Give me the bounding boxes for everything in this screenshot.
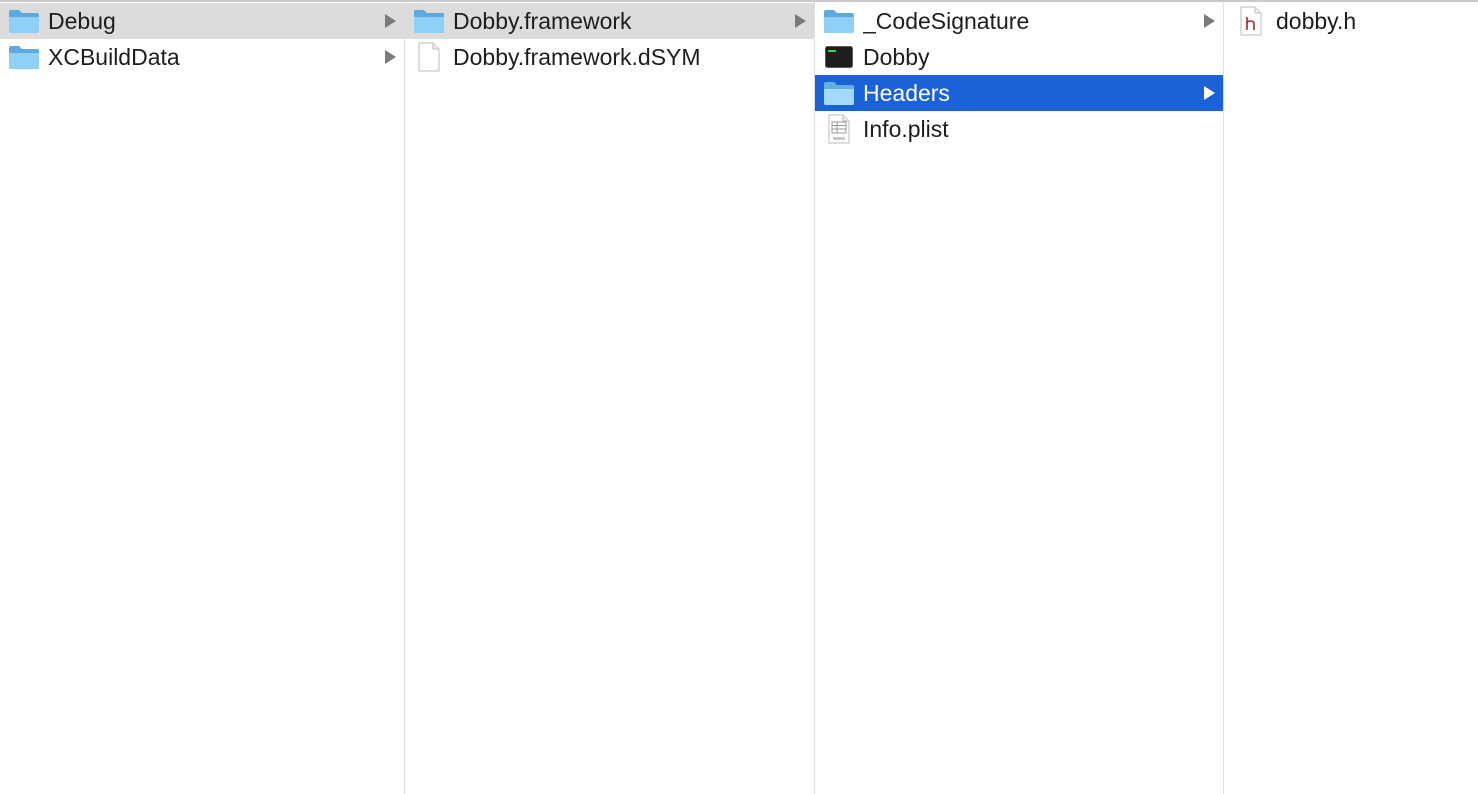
- row-info-plist[interactable]: Info.plist: [815, 111, 1223, 147]
- document-icon: [413, 42, 445, 72]
- item-label: Dobby.framework.dSYM: [453, 43, 701, 70]
- item-label: XCBuildData: [48, 43, 180, 70]
- item-label: Dobby: [863, 43, 930, 70]
- item-label: Dobby.framework: [453, 7, 632, 34]
- column-4[interactable]: dobby.h: [1224, 2, 1478, 794]
- chevron-right-icon: [1204, 86, 1215, 100]
- folder-icon: [413, 8, 445, 34]
- chevron-right-icon: [385, 14, 396, 28]
- chevron-right-icon: [385, 50, 396, 64]
- row-dobby-framework[interactable]: Dobby.framework: [405, 3, 814, 39]
- row-dobby-framework-dsym[interactable]: Dobby.framework.dSYM: [405, 39, 814, 75]
- item-label: Headers: [863, 79, 950, 106]
- row-debug[interactable]: Debug: [0, 3, 404, 39]
- item-label: Info.plist: [863, 115, 949, 142]
- column-browser: Debug XCBuildData Dobby.framework Dobby.…: [0, 0, 1478, 794]
- row-dobby-h[interactable]: dobby.h: [1224, 3, 1478, 39]
- item-label: Debug: [48, 7, 116, 34]
- plist-icon: [823, 114, 855, 144]
- folder-icon: [823, 80, 855, 106]
- chevron-right-icon: [795, 14, 806, 28]
- item-label: _CodeSignature: [863, 7, 1030, 34]
- folder-icon: [8, 8, 40, 34]
- row-headers[interactable]: Headers: [815, 75, 1223, 111]
- exec-icon: [823, 44, 855, 70]
- column-2[interactable]: Dobby.framework Dobby.framework.dSYM: [405, 2, 815, 794]
- column-3[interactable]: _CodeSignature Dobby Headers Info.plist: [815, 2, 1224, 794]
- item-label: dobby.h: [1276, 7, 1357, 34]
- folder-icon: [8, 44, 40, 70]
- column-1[interactable]: Debug XCBuildData: [0, 2, 405, 794]
- row-dobby-exec[interactable]: Dobby: [815, 39, 1223, 75]
- chevron-right-icon: [1204, 14, 1215, 28]
- row-codesignature[interactable]: _CodeSignature: [815, 3, 1223, 39]
- header-file-icon: [1238, 6, 1264, 36]
- folder-icon: [823, 8, 855, 34]
- row-xcbuilddata[interactable]: XCBuildData: [0, 39, 404, 75]
